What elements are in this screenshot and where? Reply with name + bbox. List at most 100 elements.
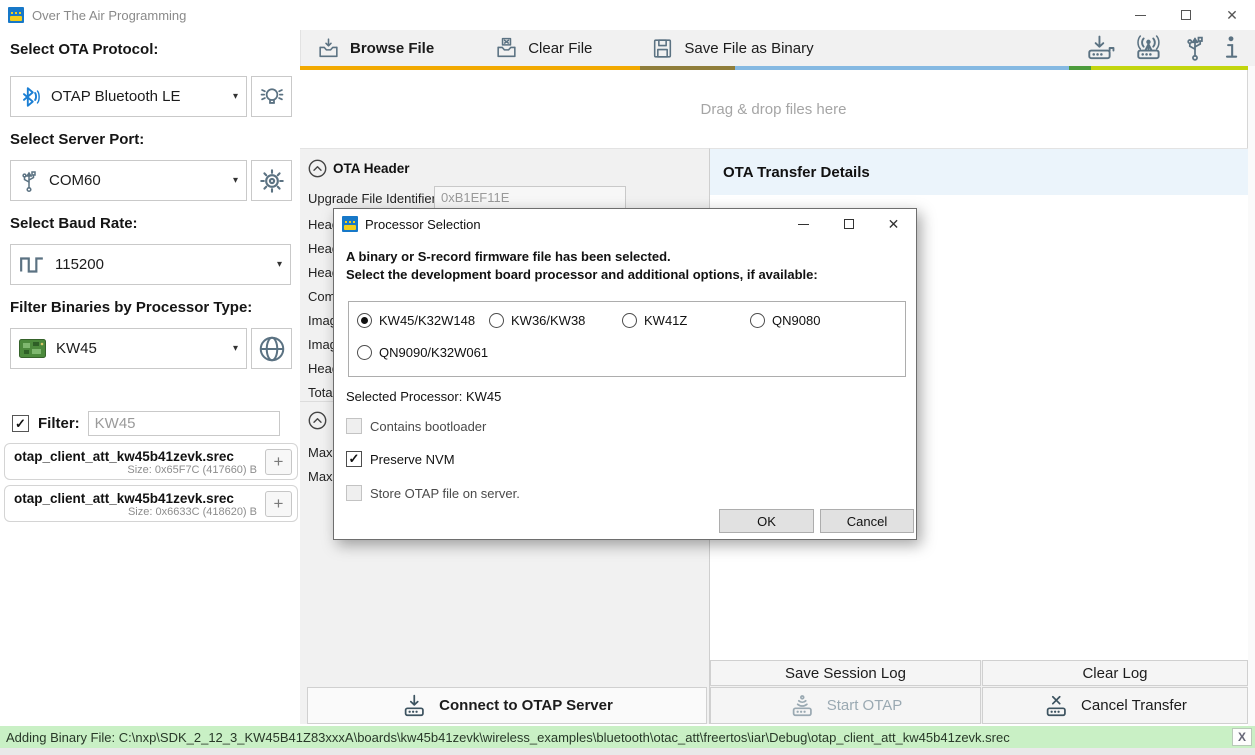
file-size: Size: 0x6633C (418620) B <box>128 506 257 518</box>
binary-file-item[interactable]: otap_client_att_kw45b41zevk.srec Size: 0… <box>4 443 298 480</box>
protocol-label: Select OTA Protocol: <box>10 41 158 58</box>
add-file-button[interactable]: + <box>265 449 292 475</box>
chevron-down-icon: ▾ <box>277 259 282 270</box>
dialog-maximize-button[interactable] <box>826 209 871 239</box>
square-wave-icon <box>19 254 45 276</box>
processor-select[interactable]: KW45 ▾ <box>10 328 247 369</box>
info-icon[interactable] <box>1221 33 1241 63</box>
processor-value: KW45 <box>56 340 97 357</box>
window-title: Over The Air Programming <box>32 8 186 23</box>
sidebar: Select OTA Protocol: OTAP Bluetooth LE ▾ <box>0 30 300 726</box>
selected-processor-text: Selected Processor: KW45 <box>346 389 501 404</box>
radio-icon[interactable] <box>750 313 765 328</box>
transfer-details-title: OTA Transfer Details <box>723 164 870 181</box>
radio-kw45[interactable]: KW45/K32W148 <box>357 313 475 328</box>
chevron-down-icon: ▾ <box>233 91 238 102</box>
browse-file-button[interactable]: Browse File <box>316 36 434 61</box>
dialog-close-button[interactable]: ✕ <box>871 209 916 239</box>
dialog-message-line2: Select the development board processor a… <box>346 267 818 282</box>
binary-file-item[interactable]: otap_client_att_kw45b41zevk.srec Size: 0… <box>4 485 298 522</box>
hint-button[interactable] <box>251 76 292 117</box>
port-settings-button[interactable] <box>251 160 292 201</box>
add-file-button[interactable]: + <box>265 491 292 517</box>
server-wireless-icon[interactable] <box>1133 34 1169 62</box>
filter-row: ✓ Filter: <box>12 411 292 436</box>
radio-icon[interactable] <box>489 313 504 328</box>
ota-field-label: Total <box>308 385 335 400</box>
ota-field-label: Max <box>308 445 333 460</box>
checkbox-icon[interactable] <box>346 485 362 501</box>
toolbar-right-icons <box>1085 33 1241 63</box>
filter-checkbox[interactable]: ✓ <box>12 415 29 432</box>
server-download-icon[interactable] <box>1085 34 1119 62</box>
ok-button[interactable]: OK <box>719 509 814 533</box>
bluetooth-icon <box>19 86 41 108</box>
save-binary-button[interactable]: Save File as Binary <box>650 36 813 61</box>
filter-input[interactable] <box>88 411 280 436</box>
save-session-log-button[interactable]: Save Session Log <box>710 660 981 686</box>
radio-qn9090[interactable]: QN9090/K32W061 <box>357 345 488 360</box>
radio-selected-icon[interactable] <box>357 313 372 328</box>
protocol-select[interactable]: OTAP Bluetooth LE ▾ <box>10 76 247 117</box>
protocol-value: OTAP Bluetooth LE <box>51 88 181 105</box>
processor-radio-group: KW45/K32W148 KW36/KW38 KW41Z QN9080 QN90… <box>348 301 906 377</box>
store-otap-file-checkbox[interactable]: Store OTAP file on server. <box>346 485 520 501</box>
checkbox-icon[interactable] <box>346 418 362 434</box>
collapse-circle-icon[interactable] <box>308 159 327 178</box>
second-section-header[interactable] <box>308 411 327 430</box>
upgrade-file-id-input[interactable] <box>434 186 626 209</box>
ota-field-label: Com <box>308 289 335 304</box>
port-label: Select Server Port: <box>10 131 144 148</box>
chevron-down-icon: ▾ <box>233 343 238 354</box>
clear-log-label: Clear Log <box>1082 665 1147 682</box>
connect-otap-server-button[interactable]: Connect to OTAP Server <box>307 687 707 724</box>
app-window: Over The Air Programming ✕ Select OTA Pr… <box>0 0 1255 755</box>
cancel-transfer-label: Cancel Transfer <box>1081 697 1187 714</box>
toolbar: Browse File Clear File Save <box>300 30 1255 66</box>
cancel-button[interactable]: Cancel <box>820 509 914 533</box>
maximize-icon <box>1181 10 1191 20</box>
baud-select[interactable]: 115200 ▾ <box>10 244 291 285</box>
preserve-nvm-checkbox[interactable]: ✓ Preserve NVM <box>346 451 455 467</box>
minimize-button[interactable] <box>1117 0 1163 30</box>
file-download-tray-icon <box>316 36 341 61</box>
server-wireless-icon <box>789 693 819 719</box>
radio-qn9080[interactable]: QN9080 <box>750 313 820 328</box>
maximize-button[interactable] <box>1163 0 1209 30</box>
port-select[interactable]: COM60 ▾ <box>10 160 247 201</box>
cancel-transfer-button[interactable]: Cancel Transfer <box>982 687 1248 724</box>
radio-kw41z[interactable]: KW41Z <box>622 313 687 328</box>
baud-value: 115200 <box>55 256 104 273</box>
status-close-button[interactable]: X <box>1232 728 1252 746</box>
start-otap-button[interactable]: Start OTAP <box>710 687 981 724</box>
contains-bootloader-checkbox[interactable]: Contains bootloader <box>346 418 486 434</box>
server-download-icon <box>401 693 431 719</box>
maximize-icon <box>844 219 854 229</box>
radio-kw36[interactable]: KW36/KW38 <box>489 313 585 328</box>
processor-selection-dialog: Processor Selection ✕ A binary or S-reco… <box>333 208 917 540</box>
ota-header-section[interactable]: OTA Header <box>308 159 410 178</box>
file-dropzone[interactable]: Drag & drop files here <box>300 70 1248 148</box>
radio-icon[interactable] <box>357 345 372 360</box>
clear-file-button[interactable]: Clear File <box>494 36 592 61</box>
minimize-icon <box>1135 15 1146 16</box>
dialog-minimize-button[interactable] <box>781 209 826 239</box>
filter-label: Filter: <box>38 415 80 432</box>
browse-online-button[interactable] <box>251 328 292 369</box>
dialog-titlebar: Processor Selection ✕ <box>334 209 916 239</box>
chevron-down-icon: ▾ <box>233 175 238 186</box>
transfer-details-header: OTA Transfer Details <box>710 149 1248 195</box>
window-bottom-strip <box>0 748 1255 755</box>
statusbar: Adding Binary File: C:\nxp\SDK_2_12_3_KW… <box>0 726 1255 748</box>
board-thumbnail-icon <box>19 339 46 358</box>
collapse-circle-icon[interactable] <box>308 411 327 430</box>
radio-icon[interactable] <box>622 313 637 328</box>
baud-label: Select Baud Rate: <box>10 215 138 232</box>
globe-icon <box>257 334 287 364</box>
clear-log-button[interactable]: Clear Log <box>982 660 1248 686</box>
clear-file-label: Clear File <box>528 40 592 57</box>
file-name: otap_client_att_kw45b41zevk.srec <box>14 449 234 464</box>
usb-icon[interactable] <box>1183 33 1207 63</box>
checkbox-checked-icon[interactable]: ✓ <box>346 451 362 467</box>
close-button[interactable]: ✕ <box>1209 0 1255 30</box>
